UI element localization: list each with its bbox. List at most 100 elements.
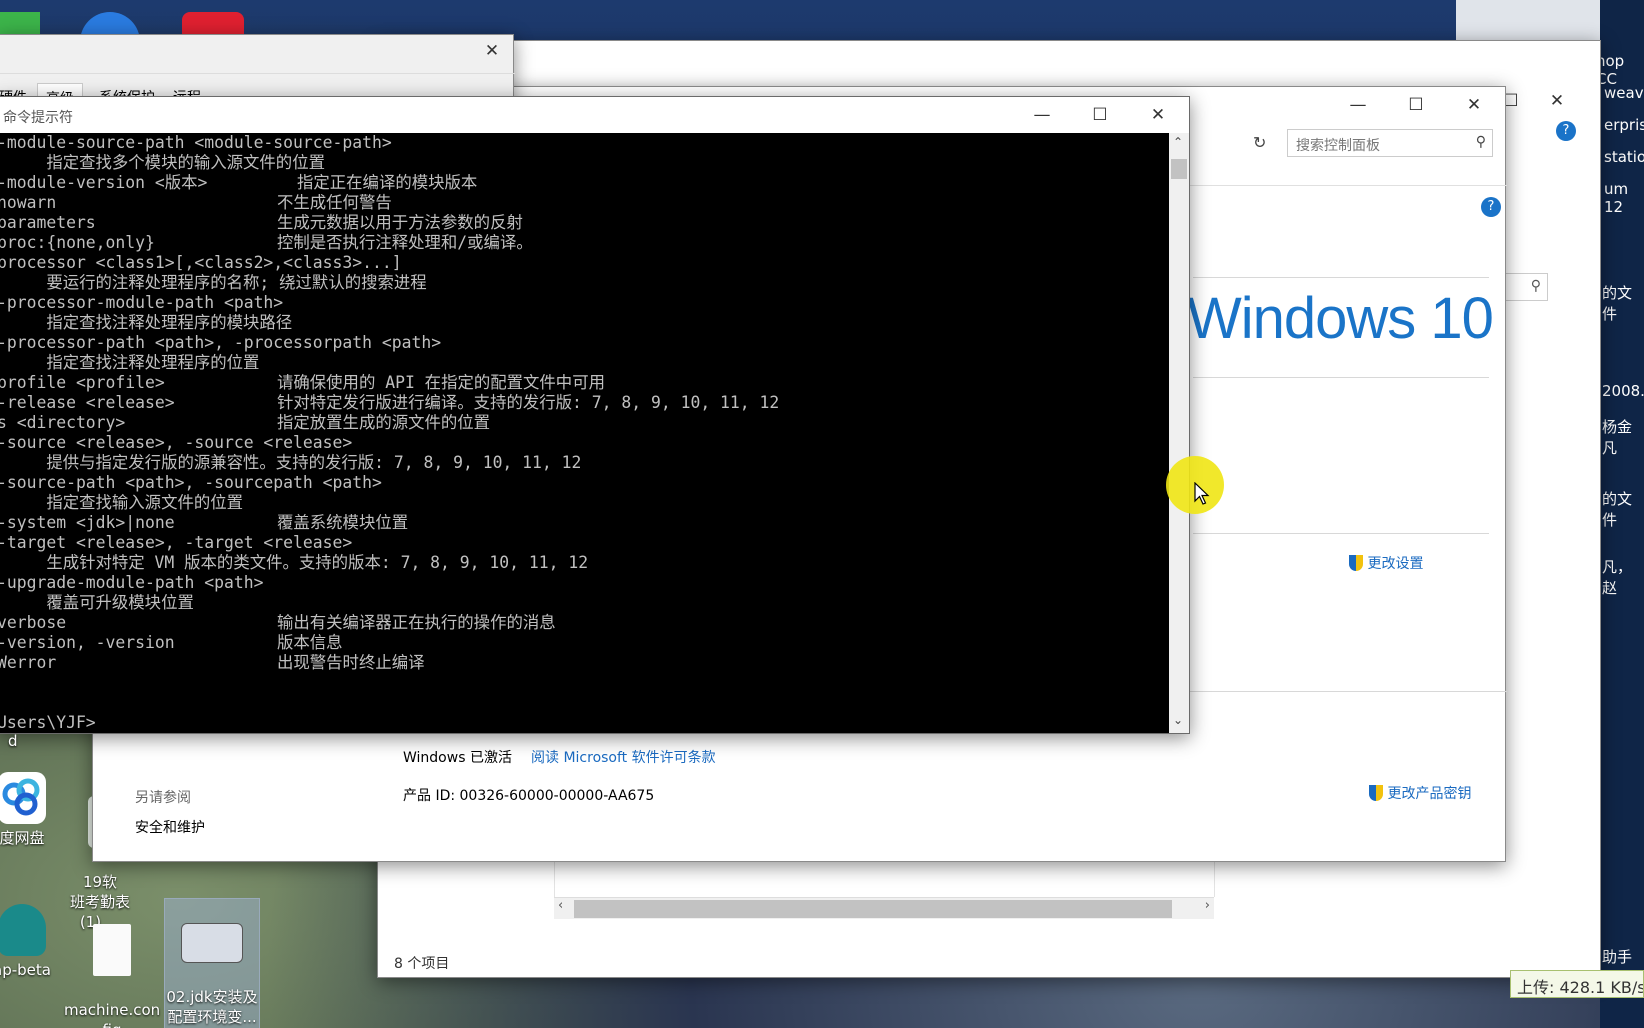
change-product-key-link[interactable]: 更改产品密钥 (1369, 783, 1471, 803)
console-line: -source <release>, -source <release> (0, 433, 1169, 453)
close-icon[interactable]: ✕ (1135, 99, 1181, 131)
desktop-icon-label: machine.con fig (64, 1001, 161, 1028)
console-line: -target <release>, -target <release> (0, 533, 1169, 553)
scroll-down-icon[interactable]: ⌄ (1173, 713, 1183, 727)
right-fragment[interactable]: weaver (1604, 84, 1644, 102)
scrollbar-thumb[interactable] (1171, 159, 1187, 179)
cmd-titlebar[interactable]: 命令提示符 — ☐ ✕ (0, 97, 1189, 133)
close-icon[interactable]: ✕ (1451, 89, 1497, 121)
right-fragment[interactable]: 的文件 (1602, 488, 1644, 530)
right-fragment[interactable]: 凡，赵 (1602, 556, 1644, 598)
console-line: -processor-path <path>, -processorpath <… (0, 333, 1169, 353)
console-option: -target <release>, -target <release> (0, 533, 353, 552)
console-description: 控制是否执行注释处理和/或编译。 (277, 233, 533, 252)
search-control-panel-input[interactable]: 搜索控制面板 ⚲ (1287, 129, 1493, 157)
close-icon[interactable]: ✕ (469, 35, 515, 67)
refresh-icon[interactable]: ↻ (1253, 133, 1266, 152)
windows-10-logo: Windows 10 (1187, 286, 1494, 351)
see-also-heading: 另请参阅 (135, 790, 191, 806)
maximize-icon[interactable]: ☐ (1393, 89, 1439, 121)
console-option: nowarn (0, 193, 57, 212)
console-description: 针对特定发行版进行编译。支持的发行版: 7, 8, 9, 10, 11, 12 (277, 393, 780, 412)
console-description: 不生成任何警告 (277, 193, 392, 212)
desktop-icon-label-fragment: d (8, 732, 18, 750)
console-option: -release <release> (0, 393, 175, 412)
console-option: Users\YJF> (0, 713, 96, 732)
right-fragment[interactable]: hop CC (1596, 52, 1644, 88)
console-option: 生成针对特定 VM 版本的类文件。支持的版本: 7, 8, 9, 10, 11,… (0, 553, 589, 572)
console-line: Werror 出现警告时终止编译 (0, 653, 1169, 673)
help-icon[interactable]: ? (1481, 197, 1501, 217)
help-icon[interactable]: ? (1556, 121, 1576, 141)
console-description: 出现警告时终止编译 (277, 653, 425, 672)
right-fragment[interactable]: erprise (1604, 116, 1644, 134)
console-option: 指定查找输入源文件的位置 (0, 493, 244, 512)
console-line: -module-version <版本> 指定正在编译的模块版本 (0, 173, 1169, 193)
console-option: 指定查找注释处理程序的模块路径 (0, 313, 293, 332)
maximize-icon[interactable]: ☐ (1077, 99, 1123, 131)
cmd-console-output[interactable]: -module-source-path <module-source-path>… (0, 133, 1169, 733)
console-option: -module-version <版本> (0, 173, 208, 192)
console-line: profile <profile> 请确保使用的 API 在指定的配置文件中可用 (0, 373, 1169, 393)
console-line: 提供与指定发行版的源兼容性。支持的发行版: 7, 8, 9, 10, 11, 1… (0, 453, 1169, 473)
product-id: 产品 ID: 00326-60000-00000-AA675 (403, 788, 655, 804)
console-line: 要运行的注释处理程序的名称; 绕过默认的搜索进程 (0, 273, 1169, 293)
right-fragment[interactable]: um 12 (1604, 180, 1644, 216)
console-line: s <directory> 指定放置生成的源文件的位置 (0, 413, 1169, 433)
console-line: nowarn 不生成任何警告 (0, 193, 1169, 213)
console-line: -system <jdk>|none 覆盖系统模块位置 (0, 513, 1169, 533)
console-option: verbose (0, 613, 67, 632)
console-description: 请确保使用的 API 在指定的配置文件中可用 (277, 373, 605, 392)
right-fragment[interactable]: 的文件 (1602, 282, 1644, 324)
console-option: s <directory> (0, 413, 126, 432)
console-line: -upgrade-module-path <path> (0, 573, 1169, 593)
cmd-title: 命令提示符 (3, 110, 73, 126)
scroll-left-icon[interactable]: ‹ (558, 898, 563, 913)
scroll-right-icon[interactable]: › (1205, 898, 1210, 913)
console-line: verbose 输出有关编译器正在执行的操作的消息 (0, 613, 1169, 633)
console-option: 指定查找多个模块的输入源文件的位置 (0, 153, 325, 172)
right-fragment[interactable]: 2008.c (1602, 382, 1644, 400)
console-description: 输出有关编译器正在执行的操作的消息 (277, 613, 556, 632)
console-description: 生成元数据以用于方法参数的反射 (277, 213, 523, 232)
console-option: processor <class1>[,<class2>,<class3>...… (0, 253, 402, 272)
upload-speed-badge: 上传: 428.1 KB/s (1510, 970, 1644, 998)
minimize-icon[interactable]: — (1019, 99, 1065, 131)
console-option: profile <profile> (0, 373, 165, 392)
console-description: 覆盖系统模块位置 (277, 513, 409, 532)
uac-shield-icon (1349, 555, 1363, 571)
right-fragment[interactable]: 杨金凡 (1602, 416, 1644, 458)
license-terms-link[interactable]: 阅读 Microsoft 软件许可条款 (531, 747, 716, 767)
change-settings-label: 更改设置 (1367, 556, 1424, 572)
console-option: -source-path <path>, -sourcepath <path> (0, 473, 382, 492)
scroll-up-icon[interactable]: ⌃ (1173, 135, 1183, 149)
minimize-icon[interactable]: — (1335, 89, 1381, 121)
shield-lock-icon (0, 904, 46, 956)
uac-shield-icon (1369, 785, 1383, 801)
cmd-vertical-scrollbar[interactable]: ⌃ ⌄ (1169, 133, 1189, 733)
desktop-icon-jdk-video[interactable]: 02.jdk安装及 配置环境变... (164, 898, 260, 1028)
divider (1193, 277, 1489, 278)
change-settings-link[interactable]: 更改设置 (1349, 553, 1423, 573)
file-icon (93, 924, 131, 976)
horizontal-scrollbar[interactable]: ‹ › (554, 897, 1214, 919)
console-line: 指定查找注释处理程序的位置 (0, 353, 1169, 373)
command-prompt-window[interactable]: 命令提示符 — ☐ ✕ -module-source-path <module-… (0, 96, 1190, 734)
console-description: 版本信息 (277, 633, 343, 652)
console-option: -processor-module-path <path> (0, 293, 284, 312)
right-fragment[interactable]: station (1604, 148, 1644, 166)
desktop-icon-machine-config[interactable]: machine.con fig (64, 904, 160, 1028)
close-icon[interactable]: ✕ (1534, 85, 1580, 117)
cloud-disk-icon (0, 772, 46, 824)
scrollbar-thumb[interactable] (574, 900, 1172, 918)
desktop-icon-ap-beta[interactable]: ap-beta (0, 904, 70, 980)
security-maintenance-link[interactable]: 安全和维护 (135, 817, 205, 837)
console-option: 要运行的注释处理程序的名称; 绕过默认的搜索进程 (0, 273, 427, 292)
console-line: 覆盖可升级模块位置 (0, 593, 1169, 613)
divider (1193, 377, 1489, 378)
console-option: -module-source-path <module-source-path> (0, 133, 392, 152)
console-line: processor <class1>[,<class2>,<class3>...… (0, 253, 1169, 273)
search-placeholder: 搜索控制面板 (1296, 138, 1380, 154)
